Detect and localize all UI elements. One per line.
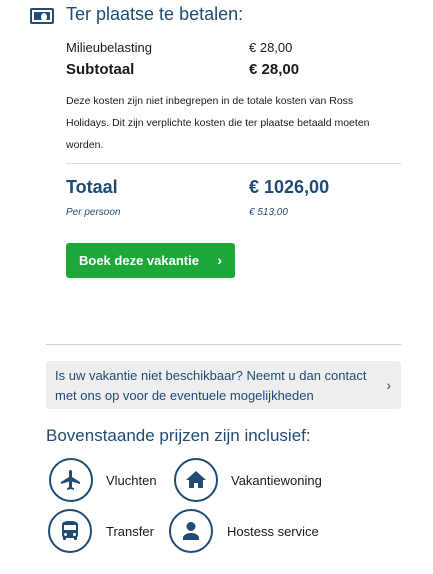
chevron-right-icon: ›: [217, 252, 222, 268]
book-button-label: Boek deze vakantie: [79, 253, 199, 268]
total-value: € 1026,00: [249, 177, 330, 197]
inclusion-label-hostess: Hostess service: [227, 524, 319, 539]
house-icon: [174, 458, 218, 502]
person-icon: [169, 509, 213, 553]
inclusions-title: Bovenstaande prijzen zijn inclusief:: [46, 426, 311, 445]
bus-icon: [48, 509, 92, 553]
total-label: Totaal: [66, 177, 118, 197]
subtotal-value: € 28,00: [249, 61, 300, 78]
chevron-right-icon: ›: [386, 377, 391, 393]
book-holiday-button[interactable]: Boek deze vakantie ›: [66, 243, 235, 278]
inclusion-label-holiday-home: Vakantiewoning: [231, 473, 322, 488]
contact-us-text: Is uw vakantie niet beschikbaar? Neemt u…: [55, 368, 367, 403]
divider: [46, 344, 401, 345]
local-costs-note: Deze kosten zijn niet inbegrepen in de t…: [66, 95, 370, 151]
inclusion-label-transfer: Transfer: [106, 524, 154, 539]
divider: [66, 163, 401, 164]
section-title: Ter plaatse te betalen:: [66, 4, 244, 24]
subtotal-label: Subtotaal: [66, 61, 135, 78]
cost-item-value: € 28,00: [249, 40, 293, 55]
contact-us-link[interactable]: Is uw vakantie niet beschikbaar? Neemt u…: [46, 361, 401, 409]
inclusion-label-flights: Vluchten: [106, 473, 157, 488]
per-person-value: € 513,00: [249, 207, 288, 218]
per-person-label: Per persoon: [66, 207, 121, 218]
cost-item-label: Milieubelasting: [66, 40, 152, 55]
money-icon: [30, 8, 54, 24]
airplane-icon: [49, 458, 93, 502]
